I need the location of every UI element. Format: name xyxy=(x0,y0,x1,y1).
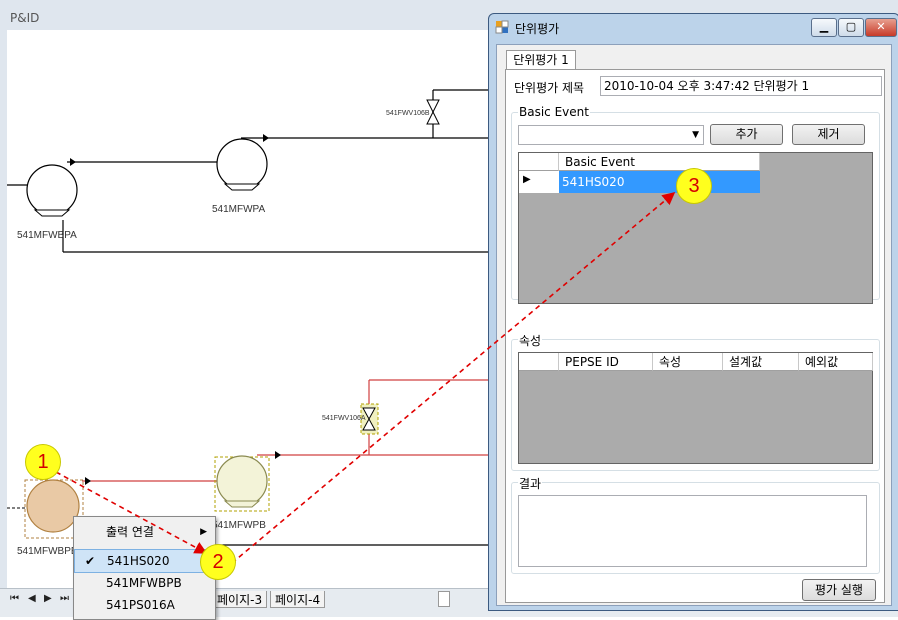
menu-item-541HS020[interactable]: ✔ 541HS020 xyxy=(74,549,215,573)
next-page-icon[interactable]: ▶ xyxy=(44,593,52,604)
dialog-body: 단위평가 1 단위평가 제목 2010-10-04 오후 3:47:42 단위평… xyxy=(496,44,892,606)
tab-unit-eval-1[interactable]: 단위평가 1 xyxy=(506,50,576,70)
maximize-button[interactable]: ▢ xyxy=(838,18,864,37)
row-selector[interactable]: ▶ xyxy=(519,171,560,193)
check-icon: ✔ xyxy=(85,554,96,568)
menu-item-541PS016A[interactable]: 541PS016A xyxy=(74,594,215,616)
minimize-button[interactable]: ▁ xyxy=(811,18,837,37)
window-icon xyxy=(495,20,509,34)
pump-541MFWPB[interactable] xyxy=(214,455,270,512)
prev-page-icon[interactable]: ◀ xyxy=(28,593,36,604)
result-group: 결과 xyxy=(511,475,880,574)
menu-item-output-link[interactable]: 출력 연결 ▶ xyxy=(74,521,215,543)
row-header-corner xyxy=(519,353,559,371)
dialog-title: 단위평가 xyxy=(515,22,560,36)
row-header-corner xyxy=(519,153,559,171)
pid-window-title: P&ID xyxy=(10,11,40,25)
exception-value-column-header[interactable]: 예외값 xyxy=(799,353,873,371)
pump-label: 541MFWPA xyxy=(212,204,265,215)
annotation-badge-3: 3 xyxy=(676,168,712,204)
first-page-icon[interactable]: ⏮ xyxy=(10,593,19,604)
page-tab-3[interactable]: 페이지-3 xyxy=(212,591,268,608)
pump-label: 541MFWBPB xyxy=(17,546,78,557)
attribute-column-header[interactable]: 속성 xyxy=(653,353,723,371)
add-button[interactable]: 추가 xyxy=(710,124,783,145)
valve-label: 541FWV106A xyxy=(322,415,366,422)
eval-title-input[interactable]: 2010-10-04 오후 3:47:42 단위평가 1 xyxy=(600,76,882,96)
page-tab-4[interactable]: 페이지-4 xyxy=(270,591,326,608)
basic-event-group: Basic Event ▼ 추가 제거 Basic Event ▶ 541HS0… xyxy=(511,105,880,304)
attribute-grid[interactable]: PEPSE ID 속성 설계값 예외값 xyxy=(518,352,873,464)
annotation-badge-2: 2 xyxy=(200,544,236,580)
last-page-icon[interactable]: ⏭ xyxy=(60,593,69,604)
design-value-column-header[interactable]: 설계값 xyxy=(723,353,799,371)
attribute-group: 속성 PEPSE ID 속성 설계값 예외값 xyxy=(511,332,880,471)
basic-event-column-header[interactable]: Basic Event xyxy=(559,153,760,171)
current-row-icon: ▶ xyxy=(523,174,531,185)
unit-eval-dialog: 단위평가 ▁ ▢ ✕ 단위평가 1 단위평가 제목 2010-10-04 오후 … xyxy=(488,13,898,611)
valve-label: 541FWV106B xyxy=(386,110,430,117)
pump-541MFWPA[interactable] xyxy=(216,138,268,191)
horizontal-scrollbar[interactable] xyxy=(438,591,450,607)
eval-title-label: 단위평가 제목 xyxy=(514,81,585,95)
pump-label: 541MFWBPA xyxy=(17,230,77,241)
run-eval-button[interactable]: 평가 실행 xyxy=(802,579,876,601)
basic-event-select[interactable]: ▼ xyxy=(518,125,704,145)
chevron-down-icon: ▼ xyxy=(692,130,699,140)
pump-541MFWBPA[interactable] xyxy=(26,164,78,217)
menu-item-541MFWBPB[interactable]: 541MFWBPB xyxy=(74,572,215,594)
submenu-arrow-icon: ▶ xyxy=(200,527,207,537)
tab-panel: 단위평가 제목 2010-10-04 오후 3:47:42 단위평가 1 Bas… xyxy=(505,69,885,603)
pump-label: 541MFWPB xyxy=(212,520,266,531)
annotation-badge-1: 1 xyxy=(25,444,61,480)
close-button[interactable]: ✕ xyxy=(865,18,897,37)
pepse-id-column-header[interactable]: PEPSE ID xyxy=(559,353,653,371)
remove-button[interactable]: 제거 xyxy=(792,124,865,145)
basic-event-row[interactable]: 541HS020 xyxy=(559,171,760,193)
context-menu: 출력 연결 ▶ ✔ 541HS020 541MFWBPB 541PS016A xyxy=(73,516,216,620)
result-textarea[interactable] xyxy=(518,495,867,567)
